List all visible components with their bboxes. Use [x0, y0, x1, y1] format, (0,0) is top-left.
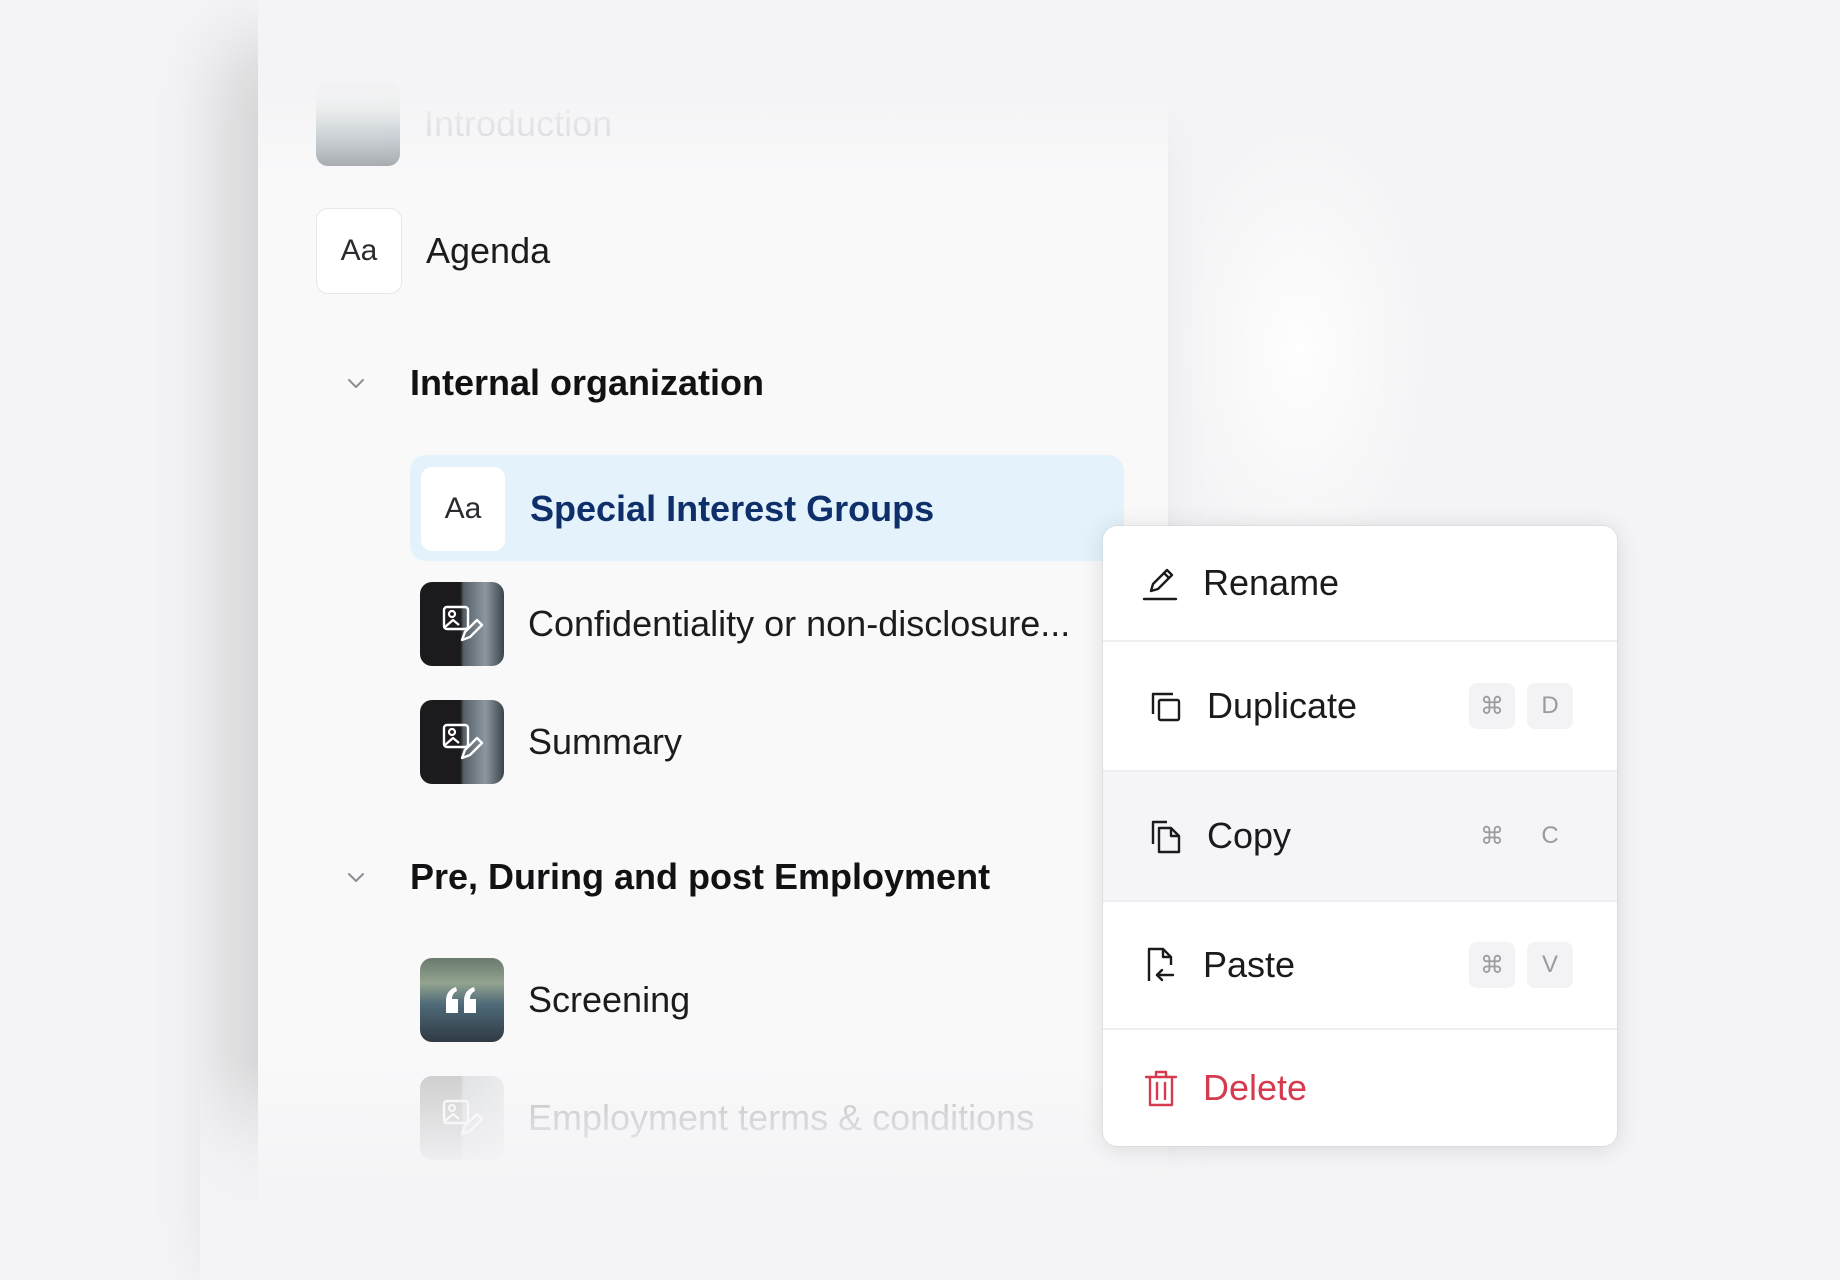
text-thumbnail: Aa: [316, 208, 402, 294]
menu-item-label: Duplicate: [1207, 685, 1358, 726]
quote-icon: [446, 987, 476, 1013]
copy-icon: [1143, 814, 1187, 858]
menu-item-duplicate[interactable]: Duplicate ⌘ D: [1103, 642, 1617, 772]
outline-item-label: Employment terms & conditions: [528, 1097, 1035, 1138]
chevron-down-icon[interactable]: [336, 363, 376, 403]
context-menu: Rename Duplicate ⌘ D Copy ⌘ C Paste ⌘ V …: [1103, 526, 1617, 1146]
duplicate-icon: [1143, 684, 1187, 728]
outline-item-label: Special Interest Groups: [530, 488, 935, 529]
letter-key: D: [1527, 683, 1573, 729]
image-edit-icon: [442, 605, 484, 642]
menu-item-copy[interactable]: Copy ⌘ C: [1103, 772, 1617, 902]
paste-icon: [1139, 943, 1183, 987]
shortcut-keys: ⌘ C: [1469, 813, 1573, 859]
pencil-icon: [1139, 561, 1183, 605]
outline-item-employment-terms[interactable]: Employment terms & conditions: [420, 1076, 1034, 1160]
outline-item-agenda[interactable]: Aa Agenda: [316, 208, 550, 294]
menu-item-label: Copy: [1207, 815, 1292, 856]
shortcut-keys: ⌘ V: [1469, 942, 1573, 988]
outline-item-label: Screening: [528, 979, 691, 1020]
trash-icon: [1139, 1066, 1183, 1110]
image-thumbnail: [420, 958, 504, 1042]
chevron-down-icon[interactable]: [336, 857, 376, 897]
shortcut-keys: ⌘ D: [1469, 683, 1573, 729]
menu-item-label: Paste: [1203, 944, 1296, 985]
letter-key: C: [1541, 822, 1559, 849]
command-key: ⌘: [1480, 822, 1504, 850]
introduction-thumbnail: [316, 82, 400, 166]
menu-item-label: Delete: [1203, 1067, 1308, 1108]
menu-item-label: Rename: [1203, 562, 1340, 603]
outline-item-label: Agenda: [426, 230, 551, 271]
image-thumbnail: [420, 1076, 504, 1160]
command-key: ⌘: [1469, 683, 1515, 729]
outline-item-screening[interactable]: Screening: [420, 958, 690, 1042]
text-thumbnail: Aa: [420, 466, 506, 552]
outline-item-label: Introduction: [424, 103, 613, 144]
image-thumbnail: [420, 700, 504, 784]
section-pre-during-post-employment[interactable]: Pre, During and post Employment: [336, 856, 990, 898]
menu-item-delete[interactable]: Delete: [1103, 1030, 1617, 1146]
background-glow: [1170, 120, 1430, 580]
outline-item-introduction[interactable]: Introduction: [316, 82, 612, 166]
outline-item-label: Summary: [528, 721, 683, 762]
letter-key: V: [1527, 942, 1573, 988]
outline-item-label: Confidentiality or non-disclosure...: [528, 603, 1071, 644]
outline-item-special-interest-groups[interactable]: Aa Special Interest Groups: [420, 466, 934, 552]
image-thumbnail: [420, 582, 504, 666]
menu-item-rename[interactable]: Rename: [1103, 526, 1617, 642]
image-edit-icon: [442, 1099, 484, 1136]
image-edit-icon: [442, 723, 484, 760]
outline-item-summary[interactable]: Summary: [420, 700, 682, 784]
section-internal-organization[interactable]: Internal organization: [336, 362, 764, 404]
menu-item-paste[interactable]: Paste ⌘ V: [1103, 902, 1617, 1030]
section-title: Pre, During and post Employment: [410, 856, 991, 897]
section-title: Internal organization: [410, 362, 765, 403]
outline-item-confidentiality[interactable]: Confidentiality or non-disclosure...: [420, 582, 1070, 666]
command-key: ⌘: [1469, 942, 1515, 988]
